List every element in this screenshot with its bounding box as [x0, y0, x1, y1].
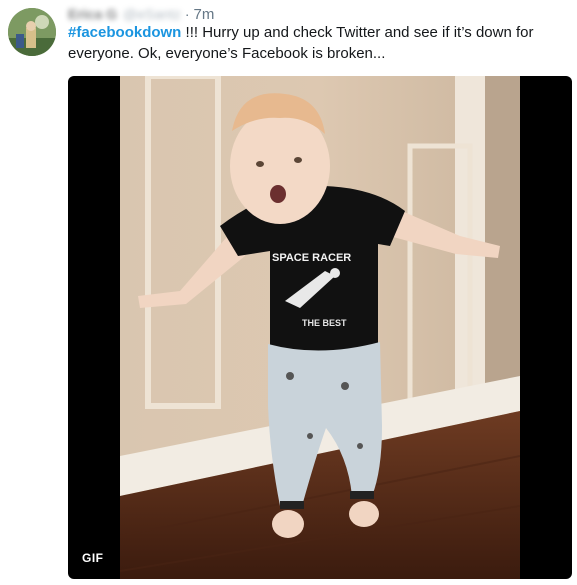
gif-scene: SPACE RACER THE BEST [120, 76, 520, 579]
author-handle[interactable]: @eSantz [123, 6, 181, 22]
tweet-header: Erica G @eSantz · 7m [68, 5, 214, 23]
timestamp[interactable]: 7m [194, 6, 215, 23]
shirt-text-top: SPACE RACER [272, 252, 351, 264]
header-separator: · [184, 6, 190, 22]
right-foot [349, 501, 379, 527]
gif-badge: GIF [76, 547, 110, 569]
author-name[interactable]: Erica G [68, 6, 117, 22]
gif-media[interactable]: SPACE RACER THE BEST GIF [68, 76, 572, 579]
gif-frame: SPACE RACER THE BEST [120, 76, 520, 579]
tweet-text: #facebookdown !!! Hurry up and check Twi… [68, 22, 574, 64]
avatar[interactable] [8, 8, 56, 56]
tweet[interactable]: Erica G @eSantz · 7m #facebookdown !!! H… [0, 0, 577, 585]
hashtag-link[interactable]: #facebookdown [68, 24, 181, 41]
left-foot [272, 510, 304, 538]
open-mouth [270, 185, 286, 203]
door [485, 76, 520, 396]
avatar-image [8, 8, 56, 56]
shirt-text-bottom: THE BEST [302, 318, 347, 328]
